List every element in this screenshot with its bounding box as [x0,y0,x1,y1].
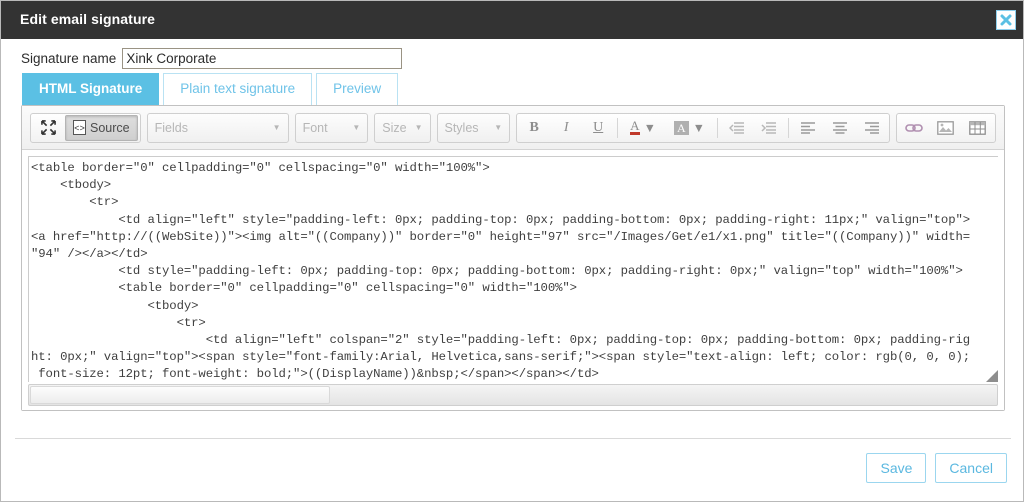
maximize-arrows-icon [40,120,56,135]
svg-text:<>: <> [74,124,85,134]
source-button-label: Source [90,120,130,135]
chevron-down-icon: ▼ [352,123,361,132]
background-color-icon: A [673,120,689,135]
decrease-indent-icon [728,121,744,134]
signature-name-input[interactable] [122,47,403,69]
html-editor: <> Source Fields ▼ Font ▼ Size ▼ Styles … [21,105,1005,411]
fields-dropdown[interactable]: Fields ▼ [146,112,289,143]
background-color-button[interactable]: A ▼ [666,115,713,141]
increase-indent-icon [761,121,776,134]
align-right-icon [864,121,879,134]
toolbar-group-modes: <> Source [30,112,141,143]
text-color-icon: A [630,118,640,135]
signature-name-row: Signature name [21,47,403,69]
align-center-button[interactable] [825,115,855,141]
footer-actions: Save Cancel [866,453,1007,483]
chevron-down-icon: ▼ [272,123,281,132]
styles-dropdown-label: Styles [444,120,479,135]
toolbar-separator [617,117,619,138]
underline-icon: U [593,119,604,135]
align-left-icon [800,121,815,134]
footer-divider [15,438,1011,439]
align-right-button[interactable] [857,115,887,141]
toolbar-separator [787,117,789,138]
text-color-button[interactable]: A ▼ [622,115,664,141]
decrease-indent-button[interactable] [722,115,752,141]
align-center-icon [832,121,847,134]
source-code-text[interactable]: <table border="0" cellpadding="0" cellsp… [29,157,998,382]
styles-dropdown[interactable]: Styles ▼ [436,112,511,143]
insert-link-button[interactable] [899,115,929,141]
insert-table-button[interactable] [963,115,993,141]
source-code-box[interactable]: <table border="0" cellpadding="0" cellsp… [28,156,998,382]
chevron-down-icon: ▼ [692,120,705,135]
maximize-button[interactable] [33,115,63,141]
dialog-title: Edit email signature [20,11,156,27]
chevron-down-icon: ▼ [414,123,423,132]
horizontal-scrollbar-thumb[interactable] [30,386,330,404]
align-left-button[interactable] [793,115,823,141]
horizontal-scrollbar[interactable] [28,384,998,406]
toolbar-group-insert [895,112,996,143]
cancel-button[interactable]: Cancel [935,453,1007,483]
bold-icon: B [529,119,539,135]
chevron-down-icon: ▼ [643,120,656,135]
insert-image-button[interactable] [931,115,961,141]
underline-button[interactable]: U [583,115,613,141]
chevron-down-icon: ▼ [494,123,503,132]
toolbar-separator [716,117,718,138]
font-dropdown[interactable]: Font ▼ [294,112,369,143]
toolbar-group-formatting: B I U A ▼ A ▼ [516,112,890,143]
source-editor-area: <table border="0" cellpadding="0" cellsp… [22,150,1004,410]
close-x-icon [1000,14,1012,26]
source-code-icon: <> [73,120,86,135]
close-button[interactable] [996,10,1016,30]
source-button[interactable]: <> Source [65,114,138,141]
bold-button[interactable]: B [519,115,549,141]
signature-name-label: Signature name [21,50,117,66]
increase-indent-button[interactable] [754,115,784,141]
italic-button[interactable]: I [551,115,581,141]
table-icon [969,120,987,135]
tab-plain-text-signature[interactable]: Plain text signature [163,73,313,105]
font-dropdown-label: Font [302,120,328,135]
resize-grip-icon[interactable] [985,369,999,383]
signature-tabs: HTML Signature Plain text signature Prev… [22,73,399,105]
italic-icon: I [563,119,569,135]
editor-toolbar: <> Source Fields ▼ Font ▼ Size ▼ Styles … [22,106,1004,150]
image-icon [937,120,955,135]
dialog-titlebar: Edit email signature [1,1,1023,39]
tab-html-signature[interactable]: HTML Signature [22,73,160,105]
tab-preview[interactable]: Preview [316,73,399,105]
link-icon [905,123,923,132]
edit-email-signature-dialog: Edit email signature Signature name HTML… [0,0,1024,502]
size-dropdown-label: Size [382,120,407,135]
save-button[interactable]: Save [866,453,927,483]
fields-dropdown-label: Fields [154,120,188,135]
size-dropdown[interactable]: Size ▼ [374,112,431,143]
